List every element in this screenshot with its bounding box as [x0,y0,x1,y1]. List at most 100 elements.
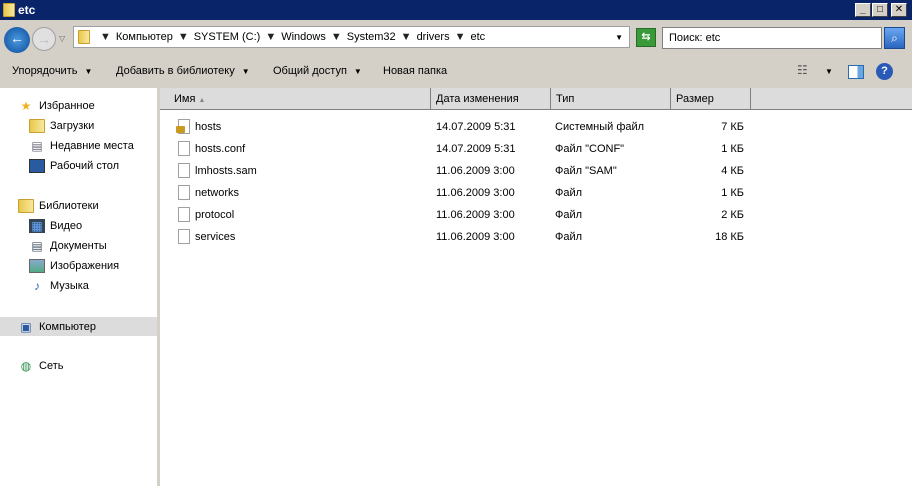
view-options-icon[interactable]: ☷ [797,63,808,77]
folder-icon [78,30,90,44]
file-type: Файл "SAM" [555,165,617,177]
column-date[interactable]: Дата изменения [431,88,551,110]
sidebar-label: Документы [50,239,107,252]
organize-label: Упорядочить [12,65,78,77]
column-name[interactable]: Имя ▲ [160,88,431,110]
documents-icon: ▤ [31,238,43,253]
file-list: Имя ▲ Дата изменения Тип Размер hosts 14… [160,88,912,486]
file-size: 7 КБ [721,121,744,133]
breadcrumb-item[interactable]: drivers [417,31,450,43]
file-date: 14.07.2009 5:31 [436,143,516,155]
back-button[interactable]: ← [4,27,30,53]
sidebar-label: Библиотеки [39,199,99,212]
file-icon [178,207,190,222]
new-folder-button[interactable]: Новая папка [383,65,447,77]
help-icon[interactable]: ? [876,63,893,80]
share-button[interactable]: Общий доступ ▼ [273,65,362,77]
close-button[interactable]: ✕ [891,3,907,17]
file-name: lmhosts.sam [195,165,257,177]
breadcrumb-item[interactable]: etc [470,31,485,43]
file-date: 14.07.2009 5:31 [436,121,516,133]
forward-button[interactable]: → [32,27,56,51]
column-size[interactable]: Размер [671,88,751,110]
file-size: 4 КБ [721,165,744,177]
column-type[interactable]: Тип [551,88,671,110]
recent-places-icon: ▤ [31,138,43,153]
sidebar-item-desktop[interactable]: Рабочий стол [0,156,157,175]
sidebar-label: Недавние места [50,139,134,152]
sidebar-item-music[interactable]: ♪ Музыка [0,276,157,295]
computer-icon: ▣ [20,319,32,334]
file-type: Файл [555,231,583,243]
lock-icon [176,126,185,133]
sidebar-item-recent-places[interactable]: ▤ Недавние места [0,136,157,155]
sidebar-label: Рабочий стол [50,159,120,172]
search-button[interactable]: ⌕ [884,27,905,49]
sidebar-item-pictures[interactable]: Изображения [0,256,157,275]
organize-button[interactable]: Упорядочить ▼ [12,65,92,77]
search-input[interactable]: Поиск: etc [662,27,882,49]
file-row[interactable]: hosts.conf 14.07.2009 5:31 Файл "CONF" 1… [160,139,912,159]
sidebar-libraries[interactable]: Библиотеки [0,196,157,215]
breadcrumb-item[interactable]: System32 [347,31,396,43]
sidebar-computer[interactable]: ▣ Компьютер [0,317,157,336]
file-size: 18 КБ [715,231,744,243]
maximize-button[interactable]: □ [872,3,888,17]
add-to-library-button[interactable]: Добавить в библиотеку ▼ [116,65,250,77]
file-row[interactable]: services 11.06.2009 3:00 Файл 18 КБ [160,227,912,247]
file-icon [178,185,190,200]
libraries-icon [18,198,34,213]
file-name: services [195,231,236,243]
preview-pane-icon[interactable] [848,65,864,79]
breadcrumb-item[interactable]: Компьютер [116,31,173,43]
folder-icon [3,3,15,17]
file-icon [178,163,190,178]
network-icon: ◍ [20,358,32,373]
window-title: etc [18,3,36,17]
file-icon [178,141,190,156]
sidebar-item-documents[interactable]: ▤ Документы [0,236,157,255]
command-bar: Упорядочить ▼ Добавить в библиотеку ▼ Общи… [0,58,912,86]
navigation-pane: ★ Избранное Загрузки ▤ Недавние места Рабо… [0,88,157,486]
sidebar-label: Музыка [50,279,89,292]
sidebar-item-downloads[interactable]: Загрузки [0,116,157,135]
file-name: hosts [195,121,222,133]
file-row[interactable]: networks 11.06.2009 3:00 Файл 1 КБ [160,183,912,203]
sidebar-label: Загрузки [50,119,95,132]
breadcrumb[interactable]: ▼ Компьютер ▼ SYSTEM (C:) ▼ Windows ▼ System… [73,26,630,48]
sidebar-favorites[interactable]: ★ Избранное [0,96,157,115]
title-bar: etc _ □ ✕ [0,0,912,20]
file-date: 11.06.2009 3:00 [436,187,515,199]
file-date: 11.06.2009 3:00 [436,231,515,243]
refresh-button[interactable]: ⇆ [636,28,656,47]
address-bar: ← → ▽ ▼ Компьютер ▼ SYSTEM (C:) ▼ Windows ▼… [0,22,912,56]
file-type: Системный файл [555,121,645,133]
file-icon [178,229,190,244]
file-type: Файл "CONF" [555,143,625,155]
file-row[interactable]: lmhosts.sam 11.06.2009 3:00 Файл "SAM" 4… [160,161,912,181]
file-type: Файл [555,209,583,221]
file-date: 11.06.2009 3:00 [436,209,515,221]
sidebar-item-video[interactable]: ▦ Видео [0,216,157,235]
file-name: protocol [195,209,235,221]
file-size: 2 КБ [721,209,744,221]
file-date: 11.06.2009 3:00 [436,165,515,177]
file-size: 1 КБ [721,143,744,155]
desktop-icon [29,158,45,173]
sidebar-label: Видео [50,219,83,232]
address-dropdown[interactable]: ▼ [615,33,623,42]
recent-pages-dropdown[interactable]: ▽ [59,34,65,43]
sidebar-label: Избранное [39,99,95,112]
view-dropdown[interactable]: ▼ [825,67,833,76]
file-row[interactable]: protocol 11.06.2009 3:00 Файл 2 КБ [160,205,912,225]
sidebar-label: Изображения [50,259,120,272]
video-icon: ▦ [29,218,45,233]
minimize-button[interactable]: _ [855,3,871,17]
file-name: hosts.conf [195,143,246,155]
breadcrumb-item[interactable]: Windows [281,31,326,43]
breadcrumb-item[interactable]: SYSTEM (C:) [194,31,261,43]
sidebar-network[interactable]: ◍ Сеть [0,356,157,375]
file-row[interactable]: hosts 14.07.2009 5:31 Системный файл 7 К… [160,117,912,137]
file-size: 1 КБ [721,187,744,199]
music-icon: ♪ [34,278,40,293]
